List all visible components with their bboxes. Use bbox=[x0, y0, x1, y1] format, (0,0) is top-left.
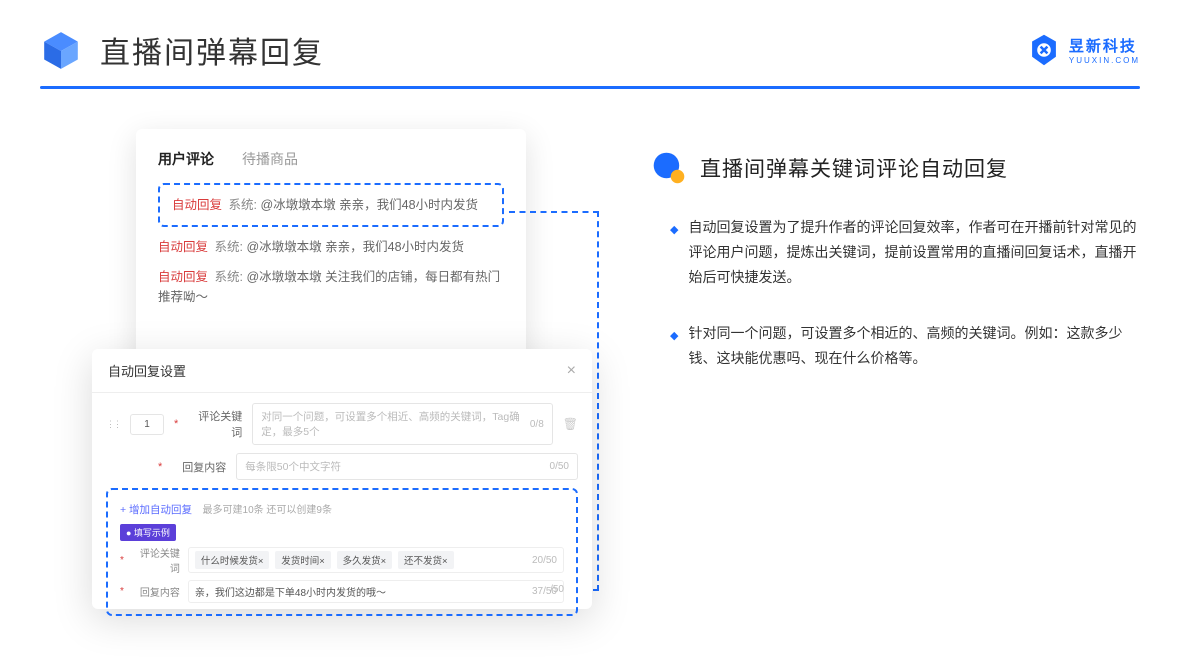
keyword-chip: 还不发货× bbox=[398, 551, 454, 569]
example-content-input[interactable]: 亲，我们这边都是下单48小时内发货的哦～ 37/50 bbox=[188, 580, 564, 603]
keyword-chip: 多久发货× bbox=[337, 551, 393, 569]
keyword-input[interactable]: 对同一个问题，可设置多个相近、高频的关键词，Tag确定，最多5个 0/8 bbox=[252, 403, 552, 445]
bullet-item: ◆ 自动回复设置为了提升作者的评论回复效率，作者可在开播前针对常见的评论用户问题… bbox=[670, 215, 1140, 291]
counter: 0/50 bbox=[550, 461, 569, 472]
bullet-item: ◆ 针对同一个问题，可设置多个相近的、高频的关键词。例如：这款多少钱、这块能优惠… bbox=[670, 321, 1140, 371]
page-title: 直播间弹幕回复 bbox=[100, 28, 324, 72]
auto-reply-tag: 自动回复 bbox=[172, 198, 222, 212]
settings-title: 自动回复设置 bbox=[108, 361, 186, 380]
required-star: * bbox=[158, 461, 162, 473]
keyword-chip: 发货时间× bbox=[275, 551, 331, 569]
counter: 0/8 bbox=[530, 419, 544, 430]
connector-line bbox=[597, 211, 600, 591]
bullet-text: 针对同一个问题，可设置多个相近的、高频的关键词。例如：这款多少钱、这块能优惠吗、… bbox=[688, 321, 1140, 371]
cube-icon bbox=[40, 29, 82, 71]
add-note: 最多可建10条 还可以创建9条 bbox=[203, 505, 332, 516]
keyword-chip: 什么时候发货× bbox=[195, 551, 270, 569]
highlighted-comment: 自动回复 系统: @冰墩墩本墩 亲亲，我们48小时内发货 bbox=[158, 183, 504, 227]
system-label: 系统: bbox=[229, 198, 257, 212]
description-panel: 直播间弹幕关键词评论自动回复 ◆ 自动回复设置为了提升作者的评论回复效率，作者可… bbox=[652, 129, 1140, 609]
auto-reply-tag: 自动回复 bbox=[158, 240, 208, 254]
counter: 20/50 bbox=[532, 555, 557, 566]
screenshots-panel: 用户评论 待播商品 自动回复 系统: @冰墩墩本墩 亲亲，我们48小时内发货 自… bbox=[92, 129, 592, 609]
brand-logo-icon bbox=[1027, 33, 1061, 67]
content-input[interactable]: 每条限50个中文字符 0/50 bbox=[236, 453, 578, 480]
example-section: + 增加自动回复 最多可建10条 还可以创建9条 ● 填写示例 * 评论关键词 … bbox=[106, 488, 578, 616]
brand: 昱新科技 YUUXIN.COM bbox=[1027, 33, 1140, 67]
system-label: 系统: bbox=[215, 240, 243, 254]
drag-handle-icon[interactable]: ⋮⋮ bbox=[106, 419, 120, 430]
example-keyword-label: 评论关键词 bbox=[132, 545, 180, 575]
comment-text: @冰墩墩本墩 亲亲，我们48小时内发货 bbox=[246, 240, 464, 254]
system-label: 系统: bbox=[215, 270, 243, 284]
diamond-icon: ◆ bbox=[670, 221, 678, 291]
keyword-label: 评论关键词 bbox=[188, 408, 242, 440]
required-star: * bbox=[174, 418, 178, 430]
row-number: 1 bbox=[130, 414, 164, 435]
example-keyword-input[interactable]: 什么时候发货× 发货时间× 多久发货× 还不发货× 20/50 bbox=[188, 547, 564, 573]
diamond-icon: ◆ bbox=[670, 327, 678, 371]
section-title: 直播间弹幕关键词评论自动回复 bbox=[700, 153, 1008, 183]
content-label: 回复内容 bbox=[172, 459, 226, 475]
brand-url: YUUXIN.COM bbox=[1069, 56, 1140, 65]
auto-reply-tag: 自动回复 bbox=[158, 270, 208, 284]
example-badge: ● 填写示例 bbox=[120, 524, 176, 541]
tab-user-comments[interactable]: 用户评论 bbox=[158, 149, 214, 169]
bullet-text: 自动回复设置为了提升作者的评论回复效率，作者可在开播前针对常见的评论用户问题，提… bbox=[688, 215, 1140, 291]
tab-pending-products[interactable]: 待播商品 bbox=[242, 149, 298, 169]
settings-card: 自动回复设置 × ⋮⋮ 1 * 评论关键词 对同一个问题，可设置多个相近、高频的… bbox=[92, 349, 592, 609]
example-content-label: 回复内容 bbox=[132, 584, 180, 599]
comment-text: @冰墩墩本墩 亲亲，我们48小时内发货 bbox=[260, 198, 478, 212]
extra-counter: /50 bbox=[550, 584, 564, 595]
connector-line bbox=[509, 211, 599, 214]
trash-icon[interactable]: 🗑 bbox=[563, 417, 578, 431]
comment-text: @冰墩墩本墩 关注我们的店铺，每日都有热门推荐呦～ bbox=[158, 270, 500, 304]
page-header: 直播间弹幕回复 昱新科技 YUUXIN.COM bbox=[0, 0, 1180, 89]
add-auto-reply-link[interactable]: + 增加自动回复 bbox=[120, 504, 192, 516]
bubble-icon bbox=[652, 151, 686, 185]
brand-name: 昱新科技 bbox=[1069, 35, 1140, 56]
close-icon[interactable]: × bbox=[567, 362, 576, 380]
